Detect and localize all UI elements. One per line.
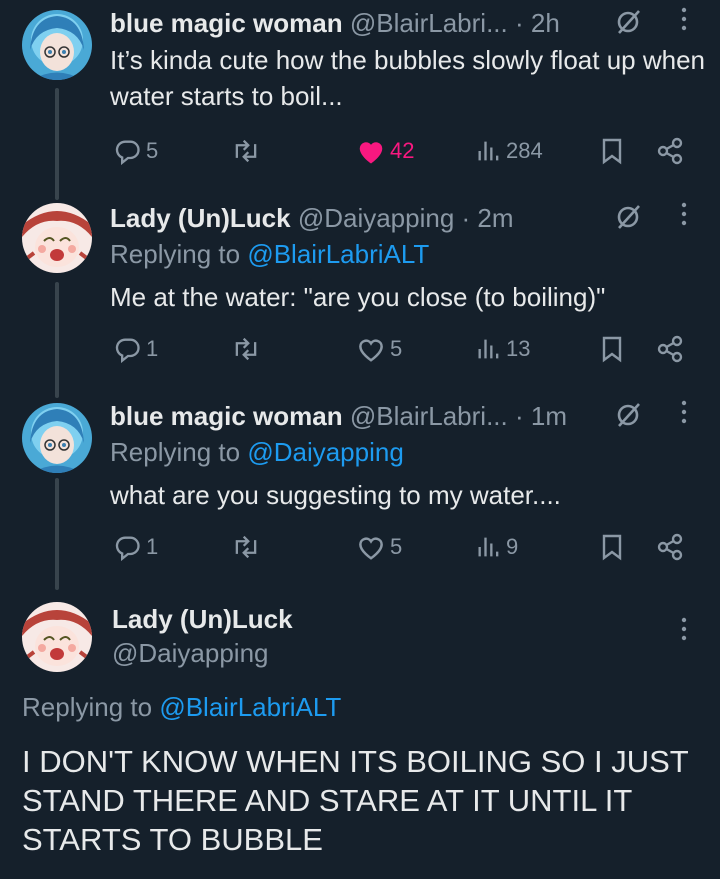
action-bar: 5 42 284 [110, 134, 700, 168]
tweet-header: Lady (Un)Luck @Daiyapping · 2m [110, 201, 700, 235]
tweet[interactable]: blue magic woman @BlairLabri... · 2h It’… [0, 0, 720, 195]
replying-to-label: Replying to [110, 437, 241, 467]
user-handle[interactable]: @BlairLabri... [350, 401, 508, 431]
display-name[interactable]: Lady (Un)Luck [110, 203, 291, 233]
mention-link[interactable]: @BlairLabriALT [159, 692, 341, 722]
avatar[interactable] [22, 403, 92, 473]
reply-icon [115, 338, 140, 363]
tweet-header: blue magic woman @BlairLabri... · 2h [110, 6, 700, 40]
avatar[interactable] [22, 602, 92, 672]
timestamp[interactable]: · 2h [515, 8, 560, 38]
views-button[interactable]: 9 [476, 530, 518, 564]
views-button[interactable]: 284 [476, 134, 543, 168]
retweet-icon [235, 535, 257, 559]
share-icon[interactable] [656, 137, 684, 165]
views-icon [478, 537, 499, 557]
user-handle[interactable]: @BlairLabri... [350, 8, 508, 38]
tweet-text: I DON'T KNOW WHEN ITS BOILING SO I JUST … [22, 744, 689, 857]
user-handle[interactable]: @Daiyapping [298, 203, 454, 233]
avatar[interactable] [22, 203, 92, 273]
replying-to-label: Replying to [110, 239, 241, 269]
like-count: 42 [390, 138, 415, 163]
retweet-button[interactable] [230, 134, 266, 168]
views-button[interactable]: 13 [476, 332, 530, 366]
heart-icon [359, 537, 383, 560]
action-bar: 1 5 9 [110, 530, 700, 564]
like-button[interactable]: 5 [356, 530, 402, 564]
like-count: 5 [390, 534, 403, 559]
more-options-icon[interactable] [678, 614, 690, 644]
tweet-header: blue magic woman @BlairLabri... · 1m [110, 399, 700, 433]
tweet-text: what are you suggesting to my water.... [110, 480, 561, 510]
retweet-icon [235, 139, 257, 163]
mute-icon[interactable] [614, 401, 642, 429]
views-icon [478, 141, 499, 161]
bookmark-icon[interactable] [600, 335, 624, 363]
retweet-button[interactable] [230, 332, 266, 366]
views-icon [478, 339, 499, 359]
reply-count: 1 [146, 534, 159, 559]
more-options-icon[interactable] [678, 397, 690, 427]
conversation-thread: blue magic woman @BlairLabri... · 2h It’… [0, 0, 720, 879]
replying-to-line: Replying to @Daiyapping [110, 435, 404, 469]
bookmark-icon[interactable] [600, 533, 624, 561]
action-bar: 1 5 13 [110, 332, 700, 366]
replying-to-line: Replying to @BlairLabriALT [110, 237, 429, 271]
reply-icon [115, 536, 140, 561]
more-options-icon[interactable] [678, 4, 690, 34]
more-options-icon[interactable] [678, 199, 690, 229]
bookmark-icon[interactable] [600, 137, 624, 165]
tweet-text: Me at the water: "are you close (to boil… [110, 282, 606, 312]
retweet-icon [235, 337, 257, 361]
view-count: 284 [506, 138, 543, 163]
reply-button[interactable]: 1 [114, 530, 158, 564]
like-button[interactable]: 5 [356, 332, 402, 366]
like-button[interactable]: 42 [356, 134, 414, 168]
timestamp[interactable]: · 1m [515, 401, 567, 431]
reply-button[interactable]: 5 [114, 134, 158, 168]
display-name[interactable]: Lady (Un)Luck [112, 602, 293, 636]
share-icon[interactable] [656, 533, 684, 561]
tweet-text: It’s kinda cute how the bubbles slowly f… [110, 45, 705, 111]
retweet-button[interactable] [230, 530, 266, 564]
share-icon[interactable] [656, 335, 684, 363]
display-name[interactable]: blue magic woman [110, 401, 343, 431]
view-count: 13 [506, 336, 531, 361]
replying-to-label: Replying to [22, 692, 153, 722]
mention-link[interactable]: @BlairLabriALT [247, 239, 429, 269]
reply-button[interactable]: 1 [114, 332, 158, 366]
mute-icon[interactable] [614, 8, 642, 36]
replying-to-line: Replying to @BlairLabriALT [22, 690, 341, 724]
mute-icon[interactable] [614, 203, 642, 231]
mention-link[interactable]: @Daiyapping [247, 437, 403, 467]
view-count: 9 [506, 534, 519, 559]
heart-filled-icon [359, 142, 383, 164]
heart-icon [359, 339, 383, 362]
reply-icon [115, 140, 140, 165]
like-count: 5 [390, 336, 403, 361]
tweet[interactable]: Lady (Un)Luck @Daiyapping · 2m Replying … [0, 195, 720, 393]
avatar[interactable] [22, 10, 92, 80]
reply-count: 5 [146, 138, 159, 163]
timestamp[interactable]: · 2m [462, 203, 514, 233]
tweet[interactable]: blue magic woman @BlairLabri... · 1m Rep… [0, 393, 720, 590]
display-name[interactable]: blue magic woman [110, 8, 343, 38]
reply-count: 1 [146, 336, 159, 361]
user-handle[interactable]: @Daiyapping [112, 636, 268, 670]
